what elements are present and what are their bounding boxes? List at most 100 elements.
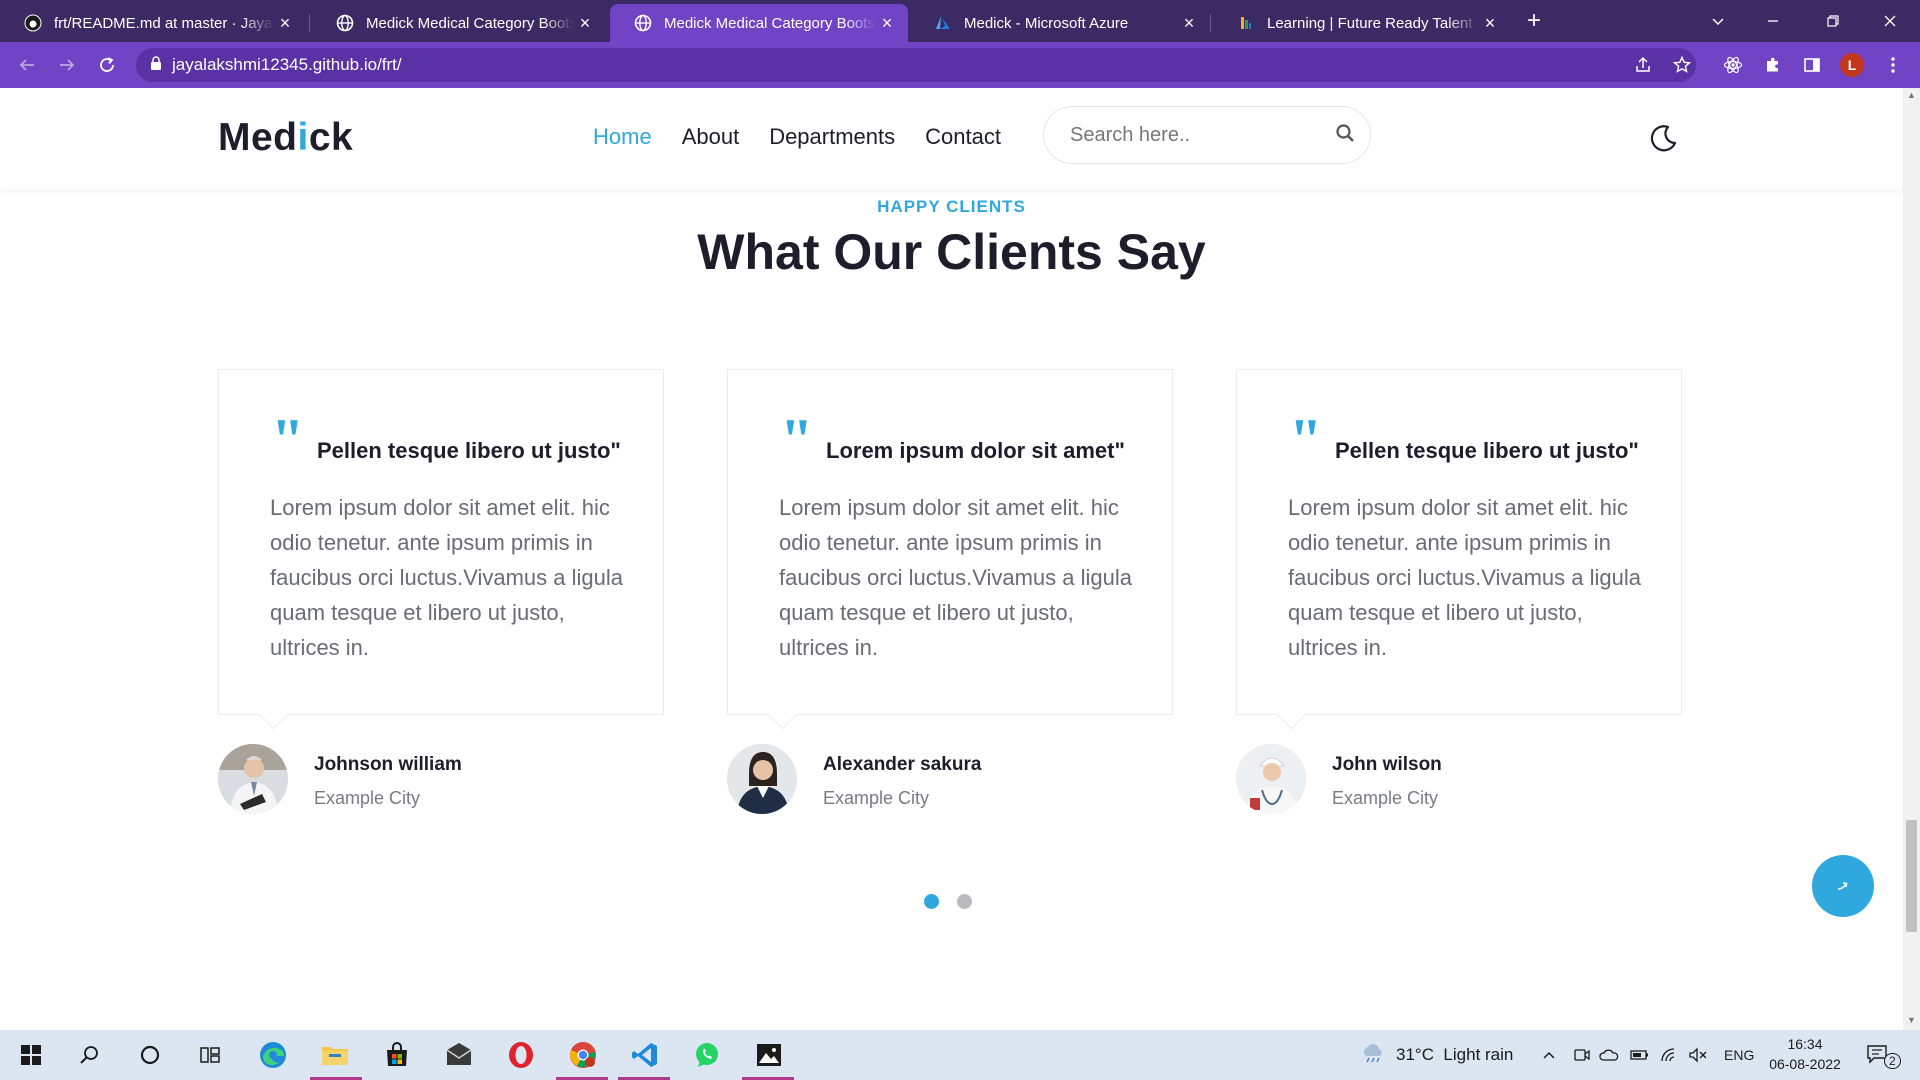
site-logo[interactable]: Medick — [218, 116, 353, 160]
share-icon[interactable] — [1628, 50, 1658, 80]
azure-icon — [934, 14, 952, 32]
vscode-icon[interactable] — [628, 1038, 662, 1072]
tab-microsoft-azure[interactable]: Medick - Microsoft Azure × — [910, 4, 1210, 42]
testimonial-title: Pellen tesque libero ut justo" — [1335, 438, 1639, 463]
meet-now-icon[interactable] — [1573, 1030, 1591, 1080]
tab-title: Learning | Future Ready Talent — [1267, 14, 1473, 32]
forward-arrow-icon[interactable] — [52, 50, 82, 80]
star-icon[interactable] — [1667, 50, 1697, 80]
side-panel-icon[interactable] — [1797, 50, 1827, 80]
page-scrollbar[interactable]: ▲ ▼ — [1903, 88, 1920, 1030]
scroll-down-arrow-icon[interactable]: ▼ — [1907, 1016, 1916, 1025]
browser-toolbar: jayalakshmi12345.github.io/frt/ L — [0, 42, 1920, 88]
testimonial-author: Johnson william Example City — [218, 744, 618, 816]
globe-icon — [336, 14, 354, 32]
search-input[interactable] — [1070, 123, 1335, 147]
tab-separator — [309, 14, 310, 32]
show-hidden-icons-chevron-icon[interactable] — [1541, 1030, 1557, 1080]
address-bar[interactable]: jayalakshmi12345.github.io/frt/ — [136, 48, 1696, 82]
testimonial-card: " Pellen tesque libero ut justo" Lorem i… — [218, 369, 664, 715]
tab-github-readme[interactable]: frt/README.md at master · Jayalakshmi × — [0, 4, 306, 42]
nav-home[interactable]: Home — [593, 124, 652, 150]
back-arrow-icon[interactable] — [12, 50, 42, 80]
close-icon[interactable]: × — [1178, 13, 1200, 34]
back-to-top-button[interactable] — [1812, 855, 1874, 917]
volume-muted-icon[interactable] — [1688, 1030, 1708, 1080]
avatar — [218, 744, 288, 814]
system-clock[interactable]: 16:34 06-08-2022 — [1762, 1034, 1848, 1074]
author-name: Johnson william — [314, 754, 462, 775]
reload-icon[interactable] — [92, 50, 122, 80]
lock-icon[interactable] — [150, 55, 162, 75]
tab-title: frt/README.md at master · Jayalakshmi — [54, 14, 274, 32]
windows-taskbar: 31°C Light rain ENG 16:34 06-08-2022 2 — [0, 1030, 1920, 1080]
tab-medick-bootstrap-active[interactable]: Medick Medical Category Bootstrap × — [610, 4, 908, 42]
battery-icon[interactable] — [1630, 1030, 1650, 1080]
onedrive-icon[interactable] — [1599, 1030, 1619, 1080]
opera-browser-icon[interactable] — [504, 1038, 538, 1072]
author-city: Example City — [314, 788, 421, 808]
tab-medick-bootstrap-1[interactable]: Medick Medical Category Bootstrap × — [312, 4, 606, 42]
avatar — [1236, 744, 1306, 814]
close-icon[interactable]: × — [274, 13, 296, 34]
author-name: John wilson — [1332, 754, 1442, 775]
file-explorer-icon[interactable] — [318, 1038, 352, 1072]
react-devtools-icon[interactable] — [1718, 50, 1748, 80]
weather-widget[interactable]: 31°C Light rain — [1360, 1030, 1513, 1080]
carousel-dot-2[interactable] — [957, 894, 972, 909]
windows-start-icon[interactable] — [14, 1038, 48, 1072]
extensions-puzzle-icon[interactable] — [1758, 50, 1788, 80]
author-city: Example City — [823, 788, 930, 808]
profile-avatar[interactable]: L — [1837, 50, 1867, 80]
new-tab-button[interactable]: + — [1520, 8, 1548, 36]
minimize-icon[interactable] — [1745, 0, 1801, 42]
close-icon[interactable]: × — [574, 13, 596, 34]
nav-departments[interactable]: Departments — [769, 124, 895, 150]
search-box — [1043, 106, 1371, 164]
dark-mode-moon-icon[interactable] — [1648, 122, 1680, 154]
testimonial-title: Lorem ipsum dolor sit amet" — [826, 438, 1125, 463]
testimonial-author: John wilson Example City — [1236, 744, 1636, 816]
testimonial-text: Lorem ipsum dolor sit amet elit. hic odi… — [270, 495, 623, 660]
taskbar-search-icon[interactable] — [72, 1038, 106, 1072]
mail-icon[interactable] — [442, 1038, 476, 1072]
restore-icon[interactable] — [1805, 0, 1861, 42]
carousel-dot-1[interactable] — [924, 894, 939, 909]
logo-text-part1: Med — [218, 116, 298, 159]
logo-text-accent: i — [297, 116, 309, 159]
chrome-browser-icon[interactable] — [566, 1038, 600, 1072]
tab-search-chevron-icon[interactable] — [1690, 0, 1746, 42]
microsoft-store-icon[interactable] — [380, 1038, 414, 1072]
section-title: What Our Clients Say — [697, 224, 1206, 280]
nav-contact[interactable]: Contact — [925, 124, 1001, 150]
nav-about[interactable]: About — [682, 124, 740, 150]
edge-browser-icon[interactable] — [256, 1038, 290, 1072]
weather-text: 31°C Light rain — [1396, 1045, 1514, 1064]
search-icon[interactable] — [1335, 123, 1355, 148]
task-view-icon[interactable] — [193, 1038, 227, 1072]
close-icon[interactable]: × — [876, 13, 898, 34]
scroll-up-arrow-icon[interactable]: ▲ — [1907, 91, 1916, 100]
address-url[interactable]: jayalakshmi12345.github.io/frt/ — [172, 55, 402, 75]
close-icon[interactable]: × — [1479, 13, 1501, 34]
page-viewport: Medick Home About Departments Contact HA… — [0, 88, 1920, 1030]
whatsapp-icon[interactable] — [690, 1038, 724, 1072]
tab-future-ready-talent[interactable]: Learning | Future Ready Talent × — [1213, 4, 1511, 42]
scrollbar-thumb[interactable] — [1906, 820, 1917, 932]
cortana-icon[interactable] — [133, 1038, 167, 1072]
testimonial-card: " Pellen tesque libero ut justo" Lorem i… — [1236, 369, 1682, 715]
window-close-icon[interactable] — [1862, 0, 1918, 42]
github-icon — [24, 14, 42, 32]
notification-center-icon[interactable]: 2 — [1866, 1030, 1901, 1080]
input-language[interactable]: ENG — [1724, 1030, 1754, 1080]
testimonial-text: Lorem ipsum dolor sit amet elit. hic odi… — [1288, 495, 1641, 660]
site-header: Medick Home About Departments Contact — [0, 88, 1903, 189]
photos-app-icon[interactable] — [752, 1038, 786, 1072]
notification-count: 2 — [1884, 1053, 1901, 1069]
wifi-icon[interactable] — [1660, 1030, 1680, 1080]
arrow-up-icon — [1837, 882, 1848, 890]
kebab-menu-icon[interactable] — [1878, 50, 1908, 80]
logo-text-part2: ck — [308, 116, 354, 159]
tab-title: Medick Medical Category Bootstrap — [366, 14, 574, 32]
testimonial-text: Lorem ipsum dolor sit amet elit. hic odi… — [779, 495, 1132, 660]
